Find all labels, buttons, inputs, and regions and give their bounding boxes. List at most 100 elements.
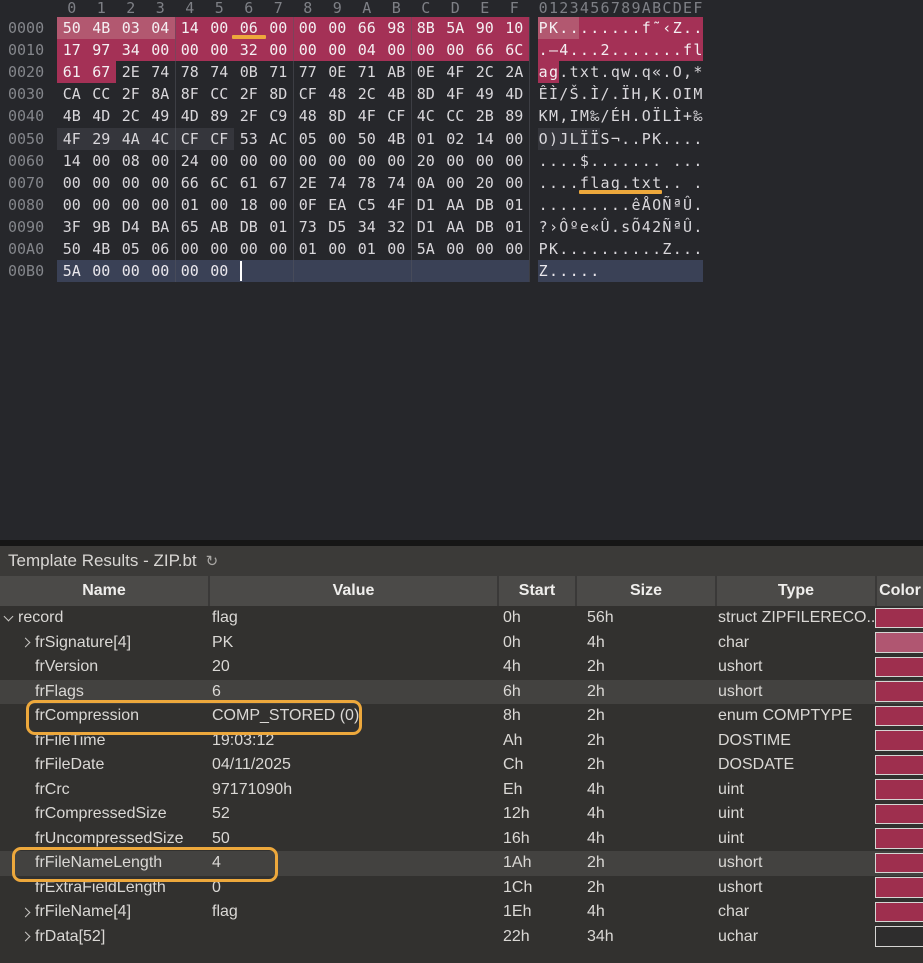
hex-byte-cell[interactable]: 65 [175, 216, 205, 238]
hex-view[interactable]: 0123456789ABCDEF0123456789ABCDEF0000504B… [0, 0, 923, 300]
ascii-char-cell[interactable]: . [559, 260, 569, 282]
hex-byte-cell[interactable]: C5 [352, 194, 382, 216]
ascii-char-cell[interactable]: . [672, 128, 682, 150]
ascii-char-cell[interactable]: . [672, 150, 682, 172]
ascii-char-cell[interactable]: Ì [590, 83, 600, 105]
hex-byte-cell[interactable]: 74 [205, 61, 235, 83]
hex-byte-cell[interactable]: 00 [352, 150, 382, 172]
column-header-value[interactable]: Value [210, 576, 499, 606]
ascii-char-cell[interactable]: . [548, 150, 558, 172]
ascii-char-cell[interactable]: . [610, 83, 620, 105]
hex-byte-cell[interactable]: C9 [264, 105, 294, 127]
hex-byte-cell[interactable]: 32 [234, 39, 264, 61]
hex-byte-cell[interactable]: 0B [234, 61, 264, 83]
hex-byte-cell[interactable]: 00 [146, 150, 176, 172]
color-swatch[interactable] [875, 902, 923, 923]
ascii-char-cell[interactable]: . [590, 39, 600, 61]
hex-byte-cell[interactable]: 00 [205, 39, 235, 61]
ascii-char-cell[interactable]: * [693, 61, 703, 83]
ascii-char-cell[interactable]: . [559, 238, 569, 260]
ascii-char-cell[interactable]: . [662, 128, 672, 150]
ascii-char-cell[interactable]: ) [548, 128, 558, 150]
hex-byte-cell[interactable]: 00 [441, 150, 471, 172]
ascii-char-cell[interactable]: . [600, 61, 610, 83]
template-row-frFileNameLength[interactable]: frFileNameLength41Ah2hushort [0, 851, 923, 876]
hex-byte-cell[interactable]: DB [470, 194, 500, 216]
ascii-char-cell[interactable]: . [579, 194, 589, 216]
hex-byte-cell[interactable]: CF [175, 128, 205, 150]
hex-byte-cell[interactable]: 8D [411, 83, 441, 105]
ascii-char-cell[interactable]: . [631, 17, 641, 39]
hex-byte-cell[interactable]: DB [470, 216, 500, 238]
hex-byte-cell[interactable]: 49 [470, 83, 500, 105]
hex-byte-cell[interactable]: 48 [323, 83, 353, 105]
ascii-char-cell[interactable]: . [693, 150, 703, 172]
ascii-char-cell[interactable]: — [548, 39, 558, 61]
hex-byte-cell[interactable]: 0A [411, 172, 441, 194]
ascii-char-cell[interactable]: › [548, 216, 558, 238]
ascii-char-cell[interactable]: Ì [672, 105, 682, 127]
hex-byte-cell[interactable]: 34 [352, 216, 382, 238]
hex-byte-cell[interactable]: 14 [57, 150, 87, 172]
hex-byte-cell[interactable]: 20 [470, 172, 500, 194]
ascii-char-cell[interactable]: . [579, 238, 589, 260]
ascii-char-cell[interactable]: q [641, 61, 651, 83]
hex-byte-cell[interactable]: AC [264, 128, 294, 150]
template-row-frCrc[interactable]: frCrc97171090hEh4huint [0, 778, 923, 803]
ascii-char-cell[interactable]: Û [682, 194, 692, 216]
hex-byte-cell[interactable]: 89 [205, 105, 235, 127]
hex-byte-cell[interactable]: 4B [87, 238, 117, 260]
hex-byte-cell[interactable]: 00 [323, 17, 353, 39]
ascii-char-cell[interactable]: . [621, 194, 631, 216]
color-swatch[interactable] [875, 877, 923, 898]
column-header-color[interactable]: Color [877, 576, 923, 606]
hex-byte-cell[interactable]: 00 [264, 238, 294, 260]
hex-byte-cell[interactable]: BA [146, 216, 176, 238]
hex-byte-cell[interactable]: 2F [234, 83, 264, 105]
hex-byte-cell[interactable]: 00 [146, 172, 176, 194]
ascii-char-cell[interactable]: ? [538, 216, 548, 238]
ascii-char-cell[interactable]: . [569, 17, 579, 39]
ascii-char-cell[interactable]: ¬ [610, 128, 620, 150]
ascii-char-cell[interactable]: . [569, 194, 579, 216]
color-swatch[interactable] [875, 706, 923, 727]
hex-byte-cell[interactable]: 50 [57, 17, 87, 39]
ascii-char-cell[interactable]: . [682, 17, 692, 39]
ascii-char-cell[interactable]: . [538, 150, 548, 172]
hex-byte-cell[interactable]: 00 [205, 238, 235, 260]
hex-byte-cell[interactable] [382, 260, 412, 282]
hex-byte-cell[interactable]: 78 [175, 61, 205, 83]
hex-byte-cell[interactable]: 00 [382, 39, 412, 61]
hex-byte-cell[interactable]: 8B [411, 17, 441, 39]
hex-byte-cell[interactable]: 00 [382, 238, 412, 260]
hex-byte-cell[interactable]: 67 [87, 61, 117, 83]
hex-byte-cell[interactable]: 34 [116, 39, 146, 61]
ascii-char-cell[interactable]: Ñ [662, 194, 672, 216]
hex-byte-cell[interactable]: CC [87, 83, 117, 105]
ascii-char-cell[interactable]: a [538, 61, 548, 83]
ascii-char-cell[interactable]: . [662, 172, 672, 194]
ascii-char-cell[interactable] [662, 150, 672, 172]
ascii-char-cell[interactable]: S [600, 128, 610, 150]
ascii-char-cell[interactable]: . [538, 39, 548, 61]
ascii-char-cell[interactable] [641, 260, 651, 282]
ascii-char-cell[interactable]: . [590, 17, 600, 39]
ascii-char-cell[interactable]: L [662, 105, 672, 127]
hex-byte-cell[interactable]: 01 [352, 238, 382, 260]
hex-byte-cell[interactable]: 4B [382, 128, 412, 150]
ascii-char-cell[interactable]: . [610, 216, 620, 238]
chevron-right-icon[interactable] [21, 932, 31, 942]
ascii-char-cell[interactable] [631, 260, 641, 282]
ascii-char-cell[interactable]: K [538, 105, 548, 127]
ascii-char-cell[interactable]: . [631, 238, 641, 260]
hex-byte-cell[interactable]: 10 [500, 17, 530, 39]
ascii-char-cell[interactable]: . [559, 61, 569, 83]
hex-byte-cell[interactable] [234, 260, 264, 282]
ascii-char-cell[interactable]: . [621, 150, 631, 172]
hex-byte-cell[interactable]: 5A [411, 238, 441, 260]
ascii-char-cell[interactable]: H [631, 83, 641, 105]
hex-byte-cell[interactable]: 89 [500, 105, 530, 127]
ascii-char-cell[interactable]: / [600, 105, 610, 127]
ascii-char-cell[interactable]: . [569, 172, 579, 194]
ascii-char-cell[interactable]: . [559, 150, 569, 172]
